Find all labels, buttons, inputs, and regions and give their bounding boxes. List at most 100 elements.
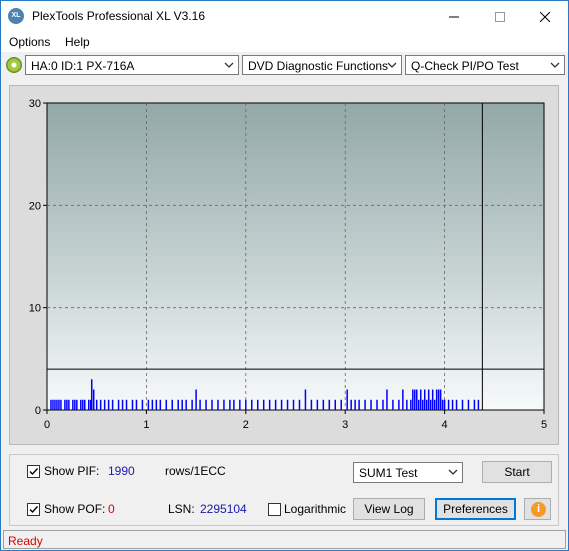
data-bar bbox=[181, 399, 183, 410]
data-bar bbox=[64, 399, 66, 410]
status-box: Ready bbox=[3, 530, 566, 549]
data-bar bbox=[322, 399, 325, 410]
controls-panel: Show PIF: 1990 rows/1ECC SUM1 Test Start… bbox=[9, 454, 559, 526]
menu-bar: Options Help bbox=[1, 32, 568, 52]
data-bar bbox=[386, 389, 388, 410]
data-bar bbox=[54, 399, 56, 410]
start-button[interactable]: Start bbox=[482, 461, 552, 483]
chevron-down-icon bbox=[448, 469, 458, 475]
data-bar bbox=[467, 399, 470, 410]
data-bar bbox=[121, 399, 124, 410]
title-bar: XL PlexTools Professional XL V3.16 bbox=[1, 1, 568, 32]
data-bar bbox=[398, 399, 400, 410]
view-log-button[interactable]: View Log bbox=[353, 498, 425, 520]
data-bar bbox=[245, 399, 247, 410]
app-logo-icon: XL bbox=[8, 8, 24, 24]
function-select[interactable]: DVD Diagnostic Functions bbox=[242, 55, 402, 75]
chevron-down-icon bbox=[550, 62, 560, 68]
preferences-button-label: Preferences bbox=[443, 502, 508, 516]
data-bar bbox=[455, 399, 458, 410]
data-bar bbox=[292, 399, 295, 410]
data-bar bbox=[447, 399, 450, 410]
x-tick-label: 0 bbox=[44, 419, 50, 431]
status-bar: Ready bbox=[1, 529, 568, 550]
data-bar bbox=[52, 399, 54, 410]
data-bar bbox=[437, 389, 440, 410]
show-pof-label: Show POF: bbox=[44, 502, 106, 516]
data-bar bbox=[103, 399, 106, 410]
data-bar bbox=[310, 399, 313, 410]
data-bar bbox=[171, 399, 173, 410]
plot-area bbox=[46, 102, 545, 411]
data-bar bbox=[107, 399, 110, 410]
y-tick-label: 30 bbox=[29, 98, 41, 110]
data-bar bbox=[286, 399, 289, 410]
menu-options-label: Options bbox=[9, 35, 51, 49]
drive-select-value: HA:0 ID:1 PX-716A bbox=[31, 59, 135, 73]
drive-select[interactable]: HA:0 ID:1 PX-716A bbox=[25, 55, 239, 75]
close-icon bbox=[540, 11, 550, 22]
menu-options[interactable]: Options bbox=[9, 35, 50, 49]
minimize-button[interactable] bbox=[431, 1, 477, 32]
data-bar bbox=[50, 399, 52, 410]
show-pif-label: Show PIF: bbox=[44, 464, 100, 478]
data-bar bbox=[274, 399, 277, 410]
data-bar bbox=[392, 399, 394, 410]
close-button[interactable] bbox=[522, 1, 568, 32]
data-bar bbox=[358, 399, 360, 410]
chevron-down-icon bbox=[387, 62, 397, 68]
info-button[interactable]: i bbox=[524, 498, 551, 520]
data-bar bbox=[435, 389, 438, 410]
data-bar bbox=[223, 399, 225, 410]
data-bar bbox=[239, 399, 241, 410]
data-bar bbox=[262, 399, 265, 410]
data-bar bbox=[431, 389, 434, 410]
logarithmic-checkbox[interactable] bbox=[268, 503, 281, 516]
lsn-value: 2295104 bbox=[200, 502, 247, 516]
menu-help-label: Help bbox=[65, 35, 90, 49]
data-bar bbox=[191, 399, 193, 410]
x-tick-label: 4 bbox=[442, 419, 448, 431]
data-bar bbox=[141, 399, 144, 410]
window-title: PlexTools Professional XL V3.16 bbox=[32, 9, 205, 23]
data-bar bbox=[165, 399, 168, 410]
data-bar bbox=[298, 399, 301, 410]
function-select-value: DVD Diagnostic Functions bbox=[248, 59, 389, 73]
data-bar bbox=[280, 399, 283, 410]
data-bar bbox=[87, 399, 90, 410]
data-bar bbox=[111, 399, 114, 410]
maximize-button[interactable] bbox=[477, 1, 523, 32]
data-bar bbox=[90, 379, 93, 410]
data-bar bbox=[451, 399, 454, 410]
pof-value: 0 bbox=[108, 502, 115, 516]
data-bar bbox=[82, 399, 84, 410]
data-bar bbox=[477, 399, 480, 410]
data-bar bbox=[205, 399, 207, 410]
data-bar bbox=[410, 399, 412, 410]
check-icon bbox=[29, 468, 39, 476]
data-bar bbox=[433, 399, 436, 410]
data-bar bbox=[441, 399, 444, 410]
data-bar bbox=[334, 399, 337, 410]
data-bar bbox=[195, 389, 197, 410]
show-pif-checkbox[interactable] bbox=[27, 465, 40, 478]
data-bar bbox=[60, 399, 62, 410]
x-tick-label: 2 bbox=[243, 419, 249, 431]
menu-help[interactable]: Help bbox=[65, 35, 90, 49]
test-select[interactable]: Q-Check PI/PO Test bbox=[405, 55, 565, 75]
check-icon bbox=[29, 506, 39, 514]
data-bar bbox=[151, 399, 154, 410]
data-bar bbox=[364, 399, 366, 410]
data-bar bbox=[251, 399, 253, 410]
data-bar bbox=[346, 389, 348, 410]
data-bar bbox=[350, 399, 352, 410]
data-bar bbox=[84, 399, 86, 410]
show-pof-checkbox[interactable] bbox=[27, 503, 40, 516]
data-bar bbox=[370, 399, 372, 410]
test-select-value: Q-Check PI/PO Test bbox=[411, 59, 519, 73]
chart-panel: 0 10 20 30 0 1 2 3 4 5 bbox=[9, 85, 559, 445]
sum-test-select[interactable]: SUM1 Test bbox=[353, 462, 463, 483]
data-bar bbox=[99, 399, 102, 410]
preferences-button[interactable]: Preferences bbox=[435, 498, 516, 520]
data-bar bbox=[268, 399, 271, 410]
